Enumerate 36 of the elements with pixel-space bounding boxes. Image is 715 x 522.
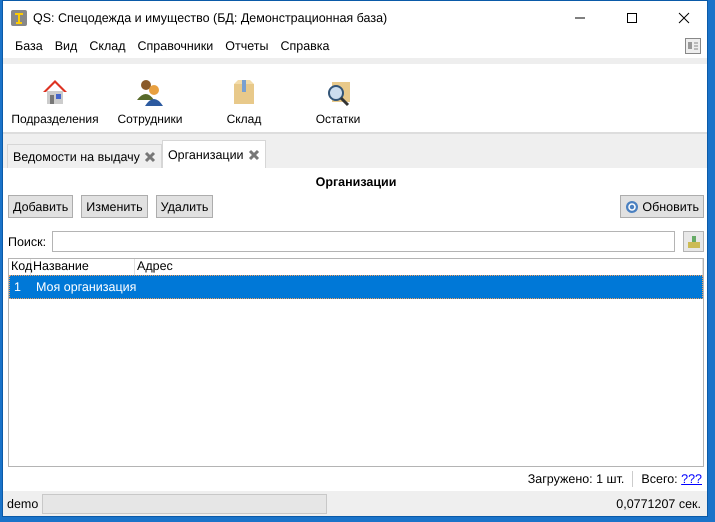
toolbar-button[interactable]: Остатки <box>291 76 385 126</box>
close-icon[interactable] <box>144 150 156 162</box>
menu-item[interactable]: База <box>9 39 49 53</box>
app-logo-icon <box>11 10 27 26</box>
user-name: demo <box>7 496 38 510</box>
total-label: Всего: <box>641 472 679 486</box>
loaded-count: Загружено: 1 шт. <box>528 472 624 486</box>
maximize-icon <box>626 12 638 24</box>
toolbar-button[interactable]: Подразделения <box>7 76 103 126</box>
table-cell-text: Моя организация <box>35 279 136 295</box>
menu-item[interactable]: Отчеты <box>219 39 274 53</box>
close-icon[interactable] <box>248 148 260 160</box>
action-button[interactable]: Добавить <box>8 195 74 218</box>
document-icon[interactable] <box>685 38 701 54</box>
refresh-icon <box>625 200 640 214</box>
table-row[interactable]: 1 Моя организация <box>9 275 703 299</box>
menu-item[interactable]: Справка <box>274 39 336 53</box>
elapsed-time: 0,0771207 сек. <box>616 496 701 510</box>
toolbar-button[interactable]: Склад <box>197 76 291 126</box>
table-cell-text: 1 <box>13 279 21 295</box>
menu-item[interactable]: Справочники <box>132 39 220 53</box>
search-label: Поиск: <box>8 234 46 248</box>
tab[interactable]: Организации <box>162 140 266 168</box>
clear-button[interactable] <box>683 231 704 252</box>
menu-item[interactable]: Склад <box>83 39 132 53</box>
panel-title: Организации <box>314 174 398 191</box>
toolbar-button[interactable]: Сотрудники <box>103 76 197 126</box>
action-button[interactable]: Изменить <box>81 195 148 218</box>
window-title: QS: Спецодежда и имущество (БД: Демонстрационная база) <box>33 10 388 24</box>
tab[interactable]: Ведомости на выдачу <box>7 144 162 168</box>
close-icon <box>678 12 690 24</box>
search-field[interactable] <box>52 231 675 252</box>
action-button[interactable]: Удалить <box>156 195 214 218</box>
menu-item[interactable]: Вид <box>48 39 84 53</box>
total-link[interactable]: ??? <box>681 472 702 486</box>
refresh-button[interactable]: Обновить <box>620 195 704 218</box>
